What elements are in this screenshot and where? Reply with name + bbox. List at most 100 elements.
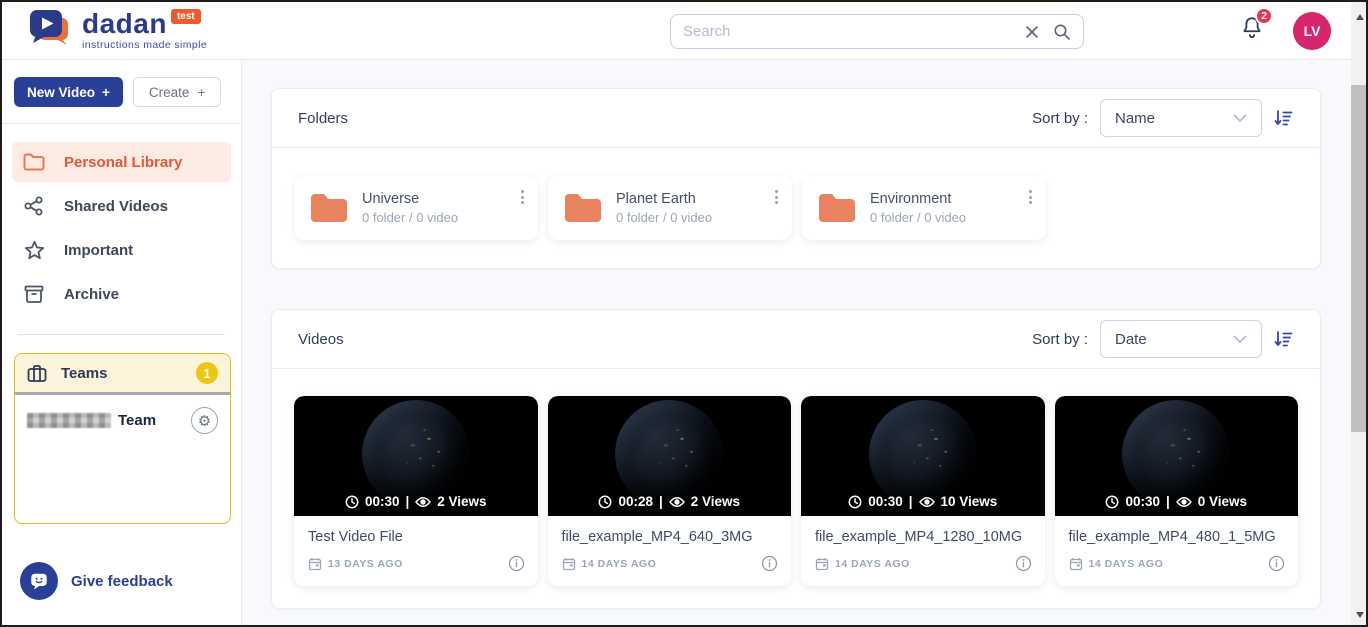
videos-title: Videos — [298, 330, 344, 348]
kebab-menu-icon[interactable] — [1025, 186, 1036, 208]
sidebar-item-label: Personal Library — [64, 153, 183, 171]
sort-order-icon[interactable] — [1274, 329, 1294, 349]
videos-sort-select[interactable]: Date — [1100, 320, 1262, 358]
video-title: Test Video File — [308, 529, 403, 545]
kebab-menu-icon[interactable] — [771, 186, 782, 208]
video-title: file_example_MP4_640_3MG — [561, 529, 753, 545]
sidebar-item-archive[interactable]: Archive — [12, 274, 231, 314]
plus-icon: + — [197, 84, 206, 100]
team-row[interactable]: Team ⚙ — [27, 407, 218, 434]
video-card[interactable]: 00:30 | 0 Views file_example_MP4_480_1_5… — [1054, 396, 1299, 586]
video-meta-overlay: 00:30 | 0 Views — [1055, 494, 1299, 509]
folder-name: Environment — [870, 191, 952, 207]
folder-card-universe[interactable]: Universe 0 folder / 0 video — [294, 176, 538, 240]
calendar-icon — [1069, 557, 1082, 570]
scroll-up-icon[interactable] — [1351, 8, 1366, 25]
scrollbar-thumb[interactable] — [1351, 85, 1366, 432]
env-badge: test — [170, 8, 201, 24]
folders-sort-select[interactable]: Name — [1100, 99, 1262, 137]
folder-icon — [562, 191, 606, 225]
clear-search-icon[interactable] — [1025, 25, 1039, 39]
teams-count-badge: 1 — [196, 362, 218, 384]
sort-value: Name — [1115, 109, 1156, 127]
video-date: 14 DAYS AGO — [581, 557, 657, 570]
video-views: 2 Views — [437, 494, 487, 509]
video-duration: 00:30 — [868, 494, 903, 509]
video-card[interactable]: 00:30 | 10 Views file_example_MP4_1280_1… — [801, 396, 1045, 586]
video-views: 2 Views — [690, 494, 741, 509]
topbar-actions: 2 LV — [1239, 7, 1331, 50]
logo[interactable]: dadan test instructions made simple — [28, 8, 207, 53]
sidebar-item-personal-library[interactable]: Personal Library — [12, 142, 231, 182]
search-icon[interactable] — [1053, 23, 1071, 41]
info-icon[interactable] — [1015, 555, 1032, 572]
info-icon[interactable] — [1268, 555, 1285, 572]
clock-icon — [1105, 495, 1119, 508]
create-button[interactable]: Create + — [132, 77, 222, 107]
folder-icon — [308, 191, 352, 225]
info-icon[interactable] — [761, 555, 778, 572]
feedback-label: Give feedback — [71, 572, 173, 590]
video-footer: 14 DAYS AGO — [548, 550, 792, 586]
notification-count-badge: 2 — [1255, 7, 1273, 25]
video-card[interactable]: 00:28 | 2 Views file_example_MP4_640_3MG… — [547, 396, 792, 586]
videos-sort-group: Sort by : Date — [1032, 320, 1294, 358]
meta-separator: | — [908, 494, 913, 509]
folders-title: Folders — [298, 109, 349, 127]
search-bar — [670, 14, 1084, 49]
logo-tagline: instructions made simple — [82, 38, 208, 51]
sidebar-item-label: Shared Videos — [64, 197, 168, 215]
folder-card-environment[interactable]: Environment 0 folder / 0 video — [802, 176, 1046, 240]
team-name-redacted — [27, 413, 111, 428]
calendar-icon — [562, 557, 575, 570]
video-thumbnail[interactable]: 00:30 | 0 Views — [1054, 396, 1299, 516]
sidebar-nav: Personal Library Shared Videos Important — [2, 142, 241, 314]
info-icon[interactable] — [508, 555, 525, 572]
sidebar-item-important[interactable]: Important — [12, 230, 231, 270]
kebab-menu-icon[interactable] — [517, 186, 528, 208]
search-input[interactable] — [683, 23, 1025, 40]
eye-icon — [415, 496, 432, 507]
sidebar-item-label: Important — [64, 241, 134, 259]
gear-icon[interactable]: ⚙ — [191, 407, 218, 434]
folder-meta: 0 folder / 0 video — [870, 210, 967, 225]
feedback-chat-icon — [20, 562, 58, 600]
video-date: 14 DAYS AGO — [1088, 557, 1164, 570]
video-title: file_example_MP4_480_1_5MG — [1068, 529, 1276, 545]
folders-header: Folders Sort by : Name — [272, 89, 1320, 148]
video-meta-overlay: 00:30 | 2 Views — [294, 494, 538, 509]
new-video-button[interactable]: New Video + — [14, 77, 123, 107]
sidebar-item-label: Archive — [64, 285, 120, 303]
video-date: 14 DAYS AGO — [835, 557, 910, 570]
logo-icon — [28, 8, 72, 53]
folder-card-planet-earth[interactable]: Planet Earth 0 folder / 0 video — [548, 176, 792, 240]
video-thumbnail[interactable]: 00:30 | 2 Views — [294, 396, 538, 516]
notifications-bell-icon[interactable]: 2 — [1239, 7, 1273, 46]
video-thumbnail[interactable]: 00:28 | 2 Views — [547, 396, 792, 516]
vertical-scrollbar[interactable] — [1351, 2, 1366, 625]
give-feedback-link[interactable]: Give feedback — [20, 562, 241, 600]
meta-separator: | — [405, 494, 410, 509]
folders-panel: Folders Sort by : Name Universe 0 folder… — [271, 88, 1321, 269]
eye-icon — [918, 496, 935, 507]
folders-sort-group: Sort by : Name — [1032, 99, 1294, 137]
videos-header: Videos Sort by : Date — [272, 310, 1320, 369]
avatar[interactable]: LV — [1293, 11, 1331, 50]
video-thumbnail[interactable]: 00:30 | 10 Views — [801, 396, 1045, 516]
scroll-down-icon[interactable] — [1351, 606, 1366, 623]
eye-icon — [1175, 496, 1192, 507]
sidebar-buttons: New Video + Create + — [2, 77, 241, 124]
folder-name: Planet Earth — [616, 191, 696, 207]
sort-order-icon[interactable] — [1274, 108, 1294, 128]
teams-panel: Teams 1 Team ⚙ — [14, 353, 231, 524]
folders-row: Universe 0 folder / 0 video Planet Earth — [272, 148, 1320, 268]
video-card[interactable]: 00:30 | 2 Views Test Video File 13 DAYS … — [294, 396, 538, 586]
app-window: dadan test instructions made simple Sear… — [0, 0, 1368, 627]
video-footer: 13 DAYS AGO — [294, 550, 538, 586]
page: dadan test instructions made simple Sear… — [2, 2, 1351, 625]
video-meta-overlay: 00:28 | 2 Views — [548, 494, 792, 509]
folder-name: Universe — [362, 191, 420, 207]
sidebar-item-shared-videos[interactable]: Shared Videos — [12, 186, 231, 226]
teams-header[interactable]: Teams 1 — [15, 354, 230, 392]
folder-meta: 0 folder / 0 video — [362, 210, 459, 225]
